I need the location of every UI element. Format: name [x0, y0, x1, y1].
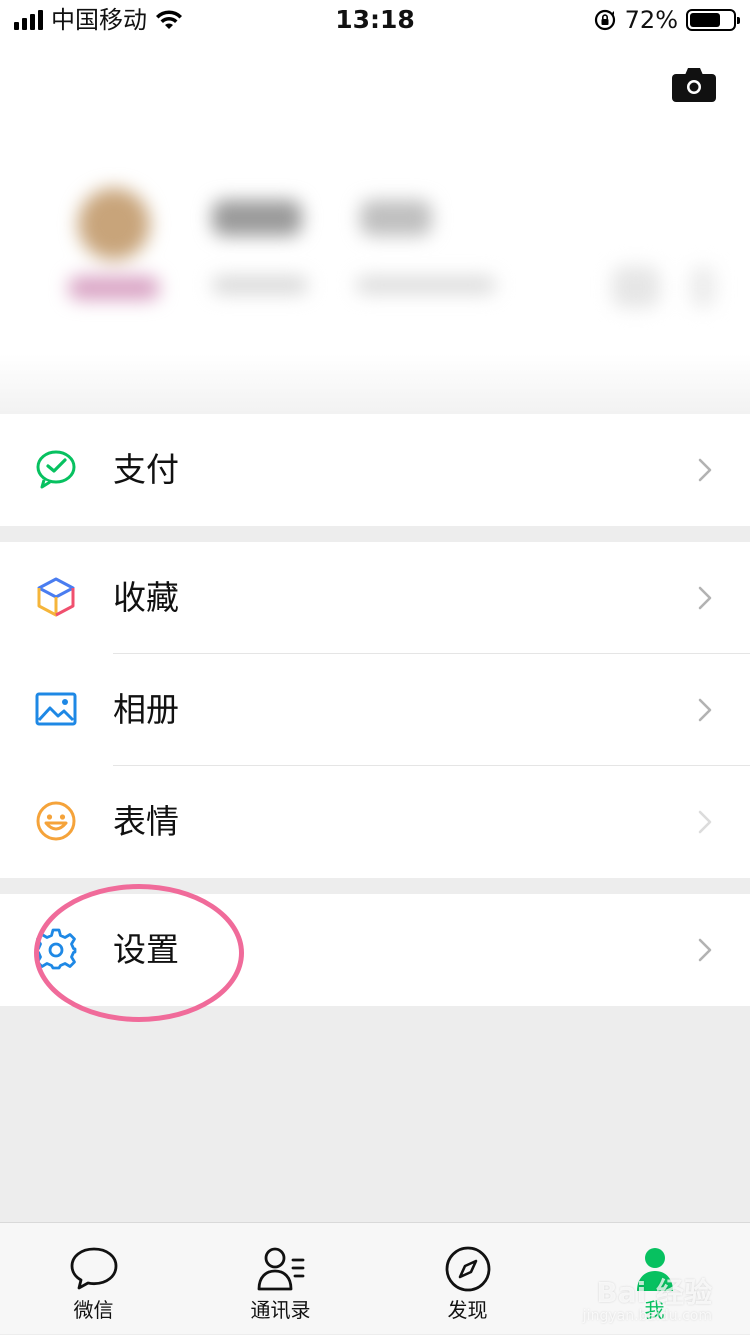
battery-percentage: 72% [624, 6, 678, 34]
camera-icon[interactable] [672, 68, 716, 102]
menu-item-label: 表情 [113, 802, 179, 841]
menu-group-pay: 支付 [0, 414, 750, 526]
rotation-lock-icon [594, 9, 615, 31]
wechat-pay-icon [36, 450, 76, 489]
chevron-right-icon [698, 458, 712, 482]
tab-label: 发现 [447, 1298, 488, 1322]
chevron-right-icon [698, 938, 712, 962]
baidu-jingyan-watermark: Bai 经验 jingyan.baidu.com [582, 1276, 712, 1325]
tab-bar: 微信 通讯录 发现 我 Bai 经验 jingyan.baidu.com [0, 1222, 750, 1334]
chevron-right-icon [698, 586, 712, 610]
menu-item-label: 相册 [113, 690, 179, 729]
menu-item-stickers[interactable]: 表情 [0, 766, 750, 878]
sticker-smile-icon [36, 801, 76, 841]
menu-item-label: 收藏 [113, 578, 179, 617]
tab-discover[interactable]: 发现 [374, 1223, 561, 1335]
contacts-icon [257, 1247, 304, 1291]
tab-contacts[interactable]: 通讯录 [187, 1223, 374, 1335]
compass-icon [445, 1246, 490, 1292]
profile-header[interactable] [0, 40, 750, 414]
favorites-cube-icon [37, 577, 75, 617]
battery-icon [686, 9, 740, 31]
menu-group-content: 收藏 相册 表情 [0, 542, 750, 878]
tab-label: 通讯录 [250, 1298, 311, 1322]
chevron-right-icon [698, 810, 712, 834]
tab-label: 微信 [73, 1298, 114, 1322]
tab-chats[interactable]: 微信 [0, 1223, 187, 1335]
menu-item-album[interactable]: 相册 [0, 654, 750, 766]
highlight-circle-annotation [34, 884, 244, 1022]
chevron-right-icon [698, 698, 712, 722]
status-bar: 中国移动 13:18 72% [0, 0, 750, 40]
album-image-icon [35, 692, 77, 726]
chat-bubble-icon [70, 1247, 117, 1290]
menu-item-pay[interactable]: 支付 [0, 414, 750, 526]
menu-item-label: 支付 [113, 450, 179, 489]
menu-item-favorites[interactable]: 收藏 [0, 542, 750, 654]
